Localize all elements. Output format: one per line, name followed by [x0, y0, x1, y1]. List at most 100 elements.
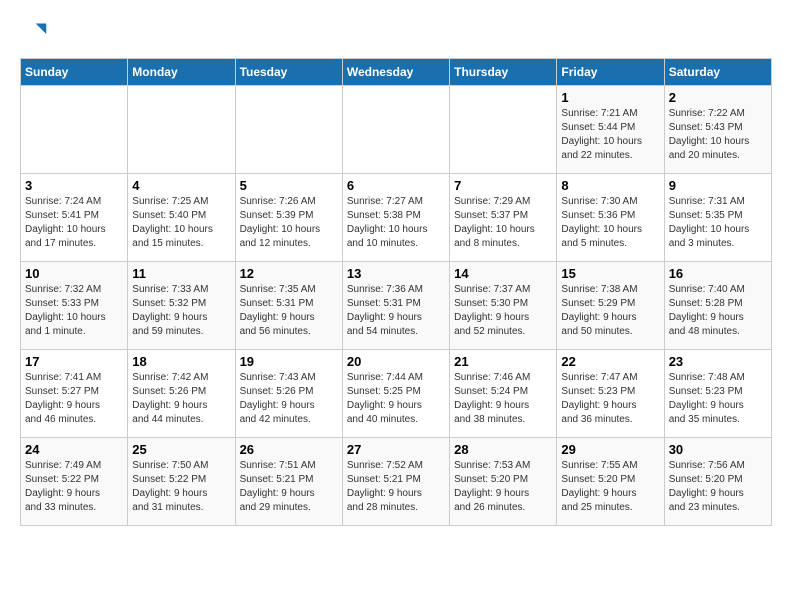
- calendar-cell: 25 Sunrise: 7:50 AM Sunset: 5:22 PM Dayli…: [128, 438, 235, 526]
- header-sunday: Sunday: [21, 59, 128, 86]
- logo: [20, 20, 52, 48]
- calendar-table: SundayMondayTuesdayWednesdayThursdayFrid…: [20, 58, 772, 526]
- day-number: 13: [347, 266, 445, 281]
- day-info: Sunrise: 7:38 AM Sunset: 5:29 PM Dayligh…: [561, 283, 659, 339]
- day-info: Sunrise: 7:50 AM Sunset: 5:22 PM Dayligh…: [132, 459, 230, 515]
- day-info: Sunrise: 7:32 AM Sunset: 5:33 PM Dayligh…: [25, 283, 123, 339]
- week-row-4: 24 Sunrise: 7:49 AM Sunset: 5:22 PM Dayli…: [21, 438, 772, 526]
- header-wednesday: Wednesday: [342, 59, 449, 86]
- calendar-cell: 3 Sunrise: 7:24 AM Sunset: 5:41 PM Daylig…: [21, 174, 128, 262]
- calendar-cell: 1Sunrise: 7:21 AM Sunset: 5:44 PM Daylig…: [557, 86, 664, 174]
- day-number: 5: [240, 178, 338, 193]
- day-number: 23: [669, 354, 767, 369]
- day-number: 20: [347, 354, 445, 369]
- day-info: Sunrise: 7:41 AM Sunset: 5:27 PM Dayligh…: [25, 371, 123, 427]
- calendar-cell: 12 Sunrise: 7:35 AM Sunset: 5:31 PM Dayli…: [235, 262, 342, 350]
- calendar-cell: 20 Sunrise: 7:44 AM Sunset: 5:25 PM Dayli…: [342, 350, 449, 438]
- day-number: 24: [25, 442, 123, 457]
- calendar-cell: 23 Sunrise: 7:48 AM Sunset: 5:23 PM Dayli…: [664, 350, 771, 438]
- calendar-cell: 16Sunrise: 7:40 AM Sunset: 5:28 PM Dayli…: [664, 262, 771, 350]
- day-info: Sunrise: 7:37 AM Sunset: 5:30 PM Dayligh…: [454, 283, 552, 339]
- header-row: SundayMondayTuesdayWednesdayThursdayFrid…: [21, 59, 772, 86]
- calendar-cell: 4 Sunrise: 7:25 AM Sunset: 5:40 PM Daylig…: [128, 174, 235, 262]
- calendar-cell: 13 Sunrise: 7:36 AM Sunset: 5:31 PM Dayli…: [342, 262, 449, 350]
- calendar-cell: 9 Sunrise: 7:31 AM Sunset: 5:35 PM Daylig…: [664, 174, 771, 262]
- day-number: 2: [669, 90, 767, 105]
- day-number: 4: [132, 178, 230, 193]
- calendar-cell: 5 Sunrise: 7:26 AM Sunset: 5:39 PM Daylig…: [235, 174, 342, 262]
- page-header: [20, 20, 772, 48]
- calendar-cell: 21 Sunrise: 7:46 AM Sunset: 5:24 PM Dayli…: [450, 350, 557, 438]
- day-number: 7: [454, 178, 552, 193]
- day-info: Sunrise: 7:29 AM Sunset: 5:37 PM Dayligh…: [454, 195, 552, 251]
- calendar-cell: 14 Sunrise: 7:37 AM Sunset: 5:30 PM Dayli…: [450, 262, 557, 350]
- day-number: 9: [669, 178, 767, 193]
- day-info: Sunrise: 7:33 AM Sunset: 5:32 PM Dayligh…: [132, 283, 230, 339]
- header-friday: Friday: [557, 59, 664, 86]
- calendar-cell: 22 Sunrise: 7:47 AM Sunset: 5:23 PM Dayli…: [557, 350, 664, 438]
- day-info: Sunrise: 7:51 AM Sunset: 5:21 PM Dayligh…: [240, 459, 338, 515]
- calendar-cell: [21, 86, 128, 174]
- day-info: Sunrise: 7:49 AM Sunset: 5:22 PM Dayligh…: [25, 459, 123, 515]
- day-info: Sunrise: 7:30 AM Sunset: 5:36 PM Dayligh…: [561, 195, 659, 251]
- day-number: 10: [25, 266, 123, 281]
- day-number: 27: [347, 442, 445, 457]
- calendar-cell: 15 Sunrise: 7:38 AM Sunset: 5:29 PM Dayli…: [557, 262, 664, 350]
- calendar-cell: 7 Sunrise: 7:29 AM Sunset: 5:37 PM Daylig…: [450, 174, 557, 262]
- day-number: 16: [669, 266, 767, 281]
- day-number: 14: [454, 266, 552, 281]
- day-info: Sunrise: 7:52 AM Sunset: 5:21 PM Dayligh…: [347, 459, 445, 515]
- calendar-cell: 24 Sunrise: 7:49 AM Sunset: 5:22 PM Dayli…: [21, 438, 128, 526]
- day-number: 1: [561, 90, 659, 105]
- day-number: 21: [454, 354, 552, 369]
- day-info: Sunrise: 7:31 AM Sunset: 5:35 PM Dayligh…: [669, 195, 767, 251]
- calendar-cell: 27 Sunrise: 7:52 AM Sunset: 5:21 PM Dayli…: [342, 438, 449, 526]
- logo-icon: [20, 20, 48, 48]
- calendar-cell: 26 Sunrise: 7:51 AM Sunset: 5:21 PM Dayli…: [235, 438, 342, 526]
- day-info: Sunrise: 7:56 AM Sunset: 5:20 PM Dayligh…: [669, 459, 767, 515]
- header-tuesday: Tuesday: [235, 59, 342, 86]
- day-number: 3: [25, 178, 123, 193]
- day-number: 22: [561, 354, 659, 369]
- week-row-1: 3 Sunrise: 7:24 AM Sunset: 5:41 PM Daylig…: [21, 174, 772, 262]
- calendar-cell: 28 Sunrise: 7:53 AM Sunset: 5:20 PM Dayli…: [450, 438, 557, 526]
- week-row-2: 10 Sunrise: 7:32 AM Sunset: 5:33 PM Dayli…: [21, 262, 772, 350]
- calendar-cell: 6 Sunrise: 7:27 AM Sunset: 5:38 PM Daylig…: [342, 174, 449, 262]
- day-info: Sunrise: 7:36 AM Sunset: 5:31 PM Dayligh…: [347, 283, 445, 339]
- day-number: 17: [25, 354, 123, 369]
- calendar-cell: 11Sunrise: 7:33 AM Sunset: 5:32 PM Dayli…: [128, 262, 235, 350]
- calendar-cell: [235, 86, 342, 174]
- day-number: 18: [132, 354, 230, 369]
- calendar-cell: 10 Sunrise: 7:32 AM Sunset: 5:33 PM Dayli…: [21, 262, 128, 350]
- calendar-cell: 29Sunrise: 7:55 AM Sunset: 5:20 PM Dayli…: [557, 438, 664, 526]
- day-number: 19: [240, 354, 338, 369]
- week-row-0: 1Sunrise: 7:21 AM Sunset: 5:44 PM Daylig…: [21, 86, 772, 174]
- day-info: Sunrise: 7:35 AM Sunset: 5:31 PM Dayligh…: [240, 283, 338, 339]
- header-thursday: Thursday: [450, 59, 557, 86]
- day-info: Sunrise: 7:48 AM Sunset: 5:23 PM Dayligh…: [669, 371, 767, 427]
- day-number: 26: [240, 442, 338, 457]
- day-number: 12: [240, 266, 338, 281]
- calendar-cell: [450, 86, 557, 174]
- week-row-3: 17 Sunrise: 7:41 AM Sunset: 5:27 PM Dayli…: [21, 350, 772, 438]
- calendar-cell: [128, 86, 235, 174]
- day-info: Sunrise: 7:53 AM Sunset: 5:20 PM Dayligh…: [454, 459, 552, 515]
- day-number: 6: [347, 178, 445, 193]
- day-info: Sunrise: 7:24 AM Sunset: 5:41 PM Dayligh…: [25, 195, 123, 251]
- day-info: Sunrise: 7:47 AM Sunset: 5:23 PM Dayligh…: [561, 371, 659, 427]
- day-number: 28: [454, 442, 552, 457]
- day-number: 25: [132, 442, 230, 457]
- day-info: Sunrise: 7:46 AM Sunset: 5:24 PM Dayligh…: [454, 371, 552, 427]
- header-saturday: Saturday: [664, 59, 771, 86]
- day-number: 30: [669, 442, 767, 457]
- calendar-cell: 30 Sunrise: 7:56 AM Sunset: 5:20 PM Dayli…: [664, 438, 771, 526]
- day-info: Sunrise: 7:26 AM Sunset: 5:39 PM Dayligh…: [240, 195, 338, 251]
- day-number: 15: [561, 266, 659, 281]
- day-info: Sunrise: 7:42 AM Sunset: 5:26 PM Dayligh…: [132, 371, 230, 427]
- day-info: Sunrise: 7:27 AM Sunset: 5:38 PM Dayligh…: [347, 195, 445, 251]
- calendar-cell: 18 Sunrise: 7:42 AM Sunset: 5:26 PM Dayli…: [128, 350, 235, 438]
- day-info: Sunrise: 7:25 AM Sunset: 5:40 PM Dayligh…: [132, 195, 230, 251]
- day-info: Sunrise: 7:44 AM Sunset: 5:25 PM Dayligh…: [347, 371, 445, 427]
- day-info: Sunrise: 7:55 AM Sunset: 5:20 PM Dayligh…: [561, 459, 659, 515]
- calendar-cell: 8Sunrise: 7:30 AM Sunset: 5:36 PM Daylig…: [557, 174, 664, 262]
